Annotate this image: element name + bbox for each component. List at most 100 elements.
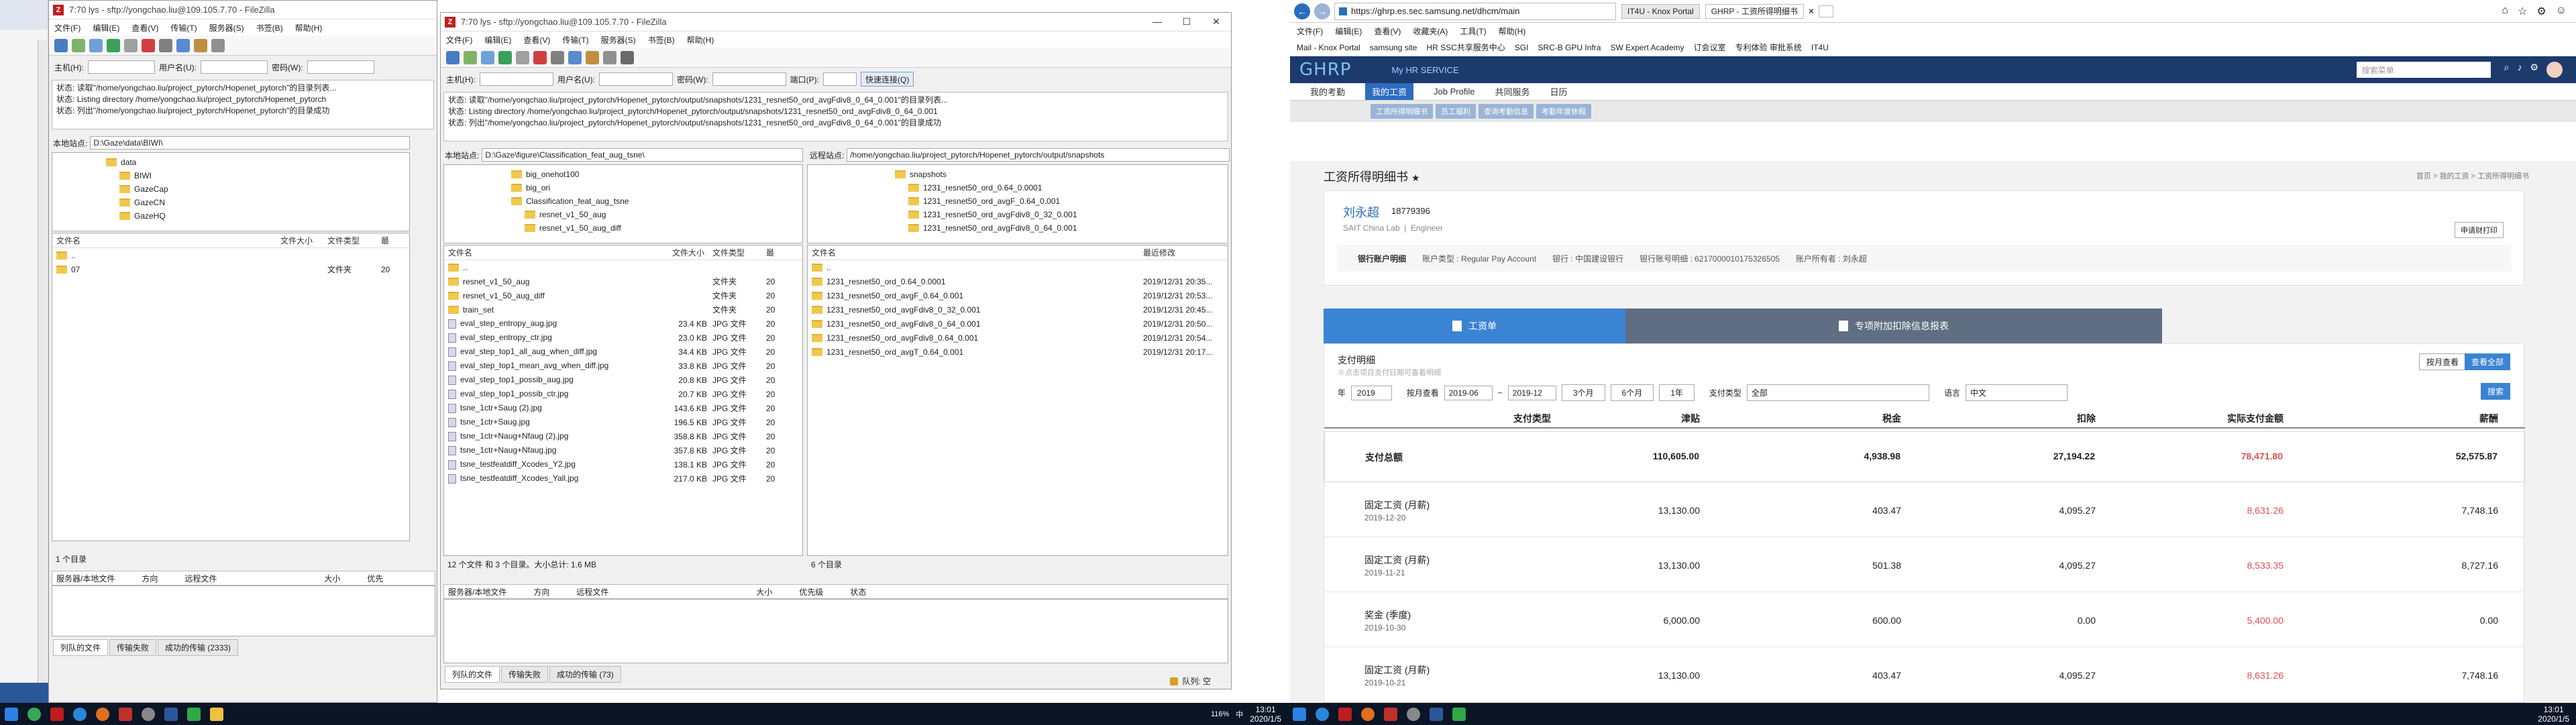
menu-transfer[interactable]: 传输(T) — [562, 34, 588, 46]
menu-help[interactable]: 帮助(H) — [687, 34, 714, 46]
language-select[interactable]: 中文 — [1965, 384, 2068, 401]
year-select[interactable]: 2019 — [1351, 385, 1392, 400]
back-icon[interactable]: ← — [1294, 3, 1310, 19]
tab-success[interactable]: 成功的传输 (2333) — [158, 638, 239, 656]
table-row[interactable]: 固定工资 (月薪) 2019-10-21 13,130.00 403.47 4,… — [1324, 651, 2525, 702]
tree-item[interactable]: GazeCN — [106, 196, 409, 209]
subtab[interactable]: 考勤年度休假 — [1536, 104, 1591, 119]
tree-item[interactable]: 1231_resnet50_ord_avgFdiv8_0_64_0.001 — [895, 221, 1228, 235]
remote-path-input[interactable]: /home/yongchao.liu/project_pytorch/Hopen… — [847, 148, 1230, 162]
fav-item[interactable]: SGI — [1515, 43, 1529, 52]
favorites-star-icon[interactable]: ☆ — [2518, 5, 2527, 18]
list-item[interactable]: tsne_1ctr+Saug (2).jpg 143.6 KB JPG 文件 20 — [444, 401, 802, 415]
explorer-icon[interactable] — [205, 703, 228, 725]
tree-item[interactable]: resnet_v1_50_aug_diff — [511, 221, 802, 235]
pay-date[interactable]: 2019-11-21 — [1364, 568, 1405, 577]
ghrp-logo[interactable]: GHRP — [1299, 60, 1351, 80]
toggle-tree-icon[interactable] — [481, 50, 494, 64]
tree-item[interactable]: snapshots — [895, 168, 1228, 181]
col-name[interactable]: 文件名 — [52, 235, 280, 246]
menu-bookmarks[interactable]: 书签(B) — [256, 22, 283, 34]
menu-help[interactable]: 帮助(H) — [295, 22, 323, 34]
host-input[interactable] — [88, 60, 155, 74]
table-row[interactable]: 支付总额 110,605.00 4,938.98 27,194.22 78,47… — [1324, 431, 2525, 482]
search-button[interactable]: 搜索 — [2480, 383, 2510, 400]
avatar[interactable] — [2546, 62, 2563, 78]
menu-file[interactable]: 文件(F) — [54, 22, 80, 34]
filezilla-icon[interactable] — [1334, 703, 1356, 725]
close-tab-icon[interactable]: ✕ — [1808, 7, 1815, 16]
bank-detail-button[interactable]: 银行账户明细 — [1358, 253, 1406, 264]
port-input[interactable] — [823, 72, 857, 86]
cancel-icon[interactable] — [142, 38, 155, 52]
notification-icon[interactable]: ♪ — [2517, 62, 2522, 78]
pass-input[interactable] — [307, 60, 374, 74]
filter-icon[interactable] — [586, 50, 599, 64]
menu-transfer[interactable]: 传输(T) — [170, 22, 197, 34]
to-month-input[interactable]: 2019-12 — [1507, 385, 1556, 400]
clock-right[interactable]: 13:01 2020/1/5 — [2538, 705, 2569, 724]
reconnect-icon[interactable] — [176, 38, 190, 52]
chat-icon[interactable] — [1448, 703, 1470, 725]
nav-common[interactable]: 共同服务 — [1495, 85, 1529, 98]
menu-view[interactable]: 查看(V) — [523, 34, 550, 46]
search-app-icon[interactable] — [91, 703, 114, 725]
list-item[interactable]: train_set 文件夹 20 — [444, 302, 802, 317]
maximize-icon[interactable]: ☐ — [1172, 16, 1201, 27]
menu-tools[interactable]: 工具(T) — [1460, 25, 1486, 37]
settings-gear-icon[interactable]: ⚙ — [2536, 5, 2546, 18]
site-manager-icon[interactable] — [446, 50, 460, 64]
tab-success[interactable]: 成功的传输 (73) — [549, 665, 621, 683]
tree-item[interactable]: BIWI — [106, 169, 409, 182]
tree-item[interactable]: 1231_resnet50_ord_avgF_0.64_0.001 — [895, 194, 1228, 208]
quickconnect-button[interactable]: 快速连接(Q) — [861, 72, 914, 87]
subtab[interactable]: 工资所得明细书 — [1371, 104, 1433, 119]
tab-queued[interactable]: 列队的文件 — [53, 638, 109, 656]
clock-left[interactable]: 13:01 2020/1/5 — [1250, 705, 1281, 724]
fav-item[interactable]: samsung site — [1370, 43, 1417, 52]
user-input[interactable] — [599, 72, 673, 86]
fav-item[interactable]: 订会议室 — [1694, 42, 1726, 53]
menu-edit[interactable]: 编辑(E) — [93, 22, 119, 34]
table-row[interactable]: 固定工资 (月薪) 2019-11-21 13,130.00 501.38 4,… — [1324, 541, 2525, 592]
url-input[interactable]: https://ghrp.es.sec.samsung.net/dhcm/mai… — [1334, 2, 1616, 20]
list-item[interactable]: .. — [52, 248, 409, 262]
reconnect-icon[interactable] — [568, 50, 582, 64]
pay-date[interactable]: 2019-12-20 — [1364, 513, 1405, 522]
tree-item[interactable]: 1231_resnet50_ord_avgFdiv8_0_32_0.001 — [895, 208, 1228, 221]
fav-item[interactable]: SRC-B GPU Infra — [1538, 43, 1601, 52]
subtab[interactable]: 员工福利 — [1436, 104, 1476, 119]
settings-icon[interactable]: ⚙ — [2530, 62, 2538, 78]
process-queue-icon[interactable] — [516, 50, 529, 64]
menu-search-input[interactable]: 搜索菜单 — [2356, 62, 2491, 78]
col-size[interactable]: 文件大小 — [280, 235, 327, 246]
list-item[interactable]: tsne_1ctr+Naug+Nfaug.jpg 357.8 KB JPG 文件 20 — [444, 443, 802, 457]
tree-item[interactable]: GazeCap — [106, 182, 409, 196]
pay-date[interactable]: 2019-10-21 — [1364, 678, 1405, 687]
refresh-icon[interactable] — [107, 38, 120, 52]
list-item[interactable]: tsne_testfeatdiff_Xcodes_Y2.jpg 138.1 KB J… — [444, 457, 802, 471]
favorite-star-icon[interactable]: ★ — [1411, 172, 1420, 183]
menu-favorites[interactable]: 收藏夹(A) — [1413, 25, 1448, 37]
table-row[interactable]: 奖金 (季度) 2019-10-30 6,000.00 600.00 0.00 … — [1324, 596, 2525, 647]
fav-item[interactable]: SW Expert Academy — [1610, 43, 1684, 52]
menu-server[interactable]: 服务器(S) — [209, 22, 244, 34]
host-input[interactable] — [480, 72, 553, 86]
range-1y-button[interactable]: 1年 — [1659, 384, 1695, 401]
disconnect-icon[interactable] — [159, 38, 172, 52]
browser-tab[interactable]: IT4U - Knox Portal — [1621, 3, 1700, 19]
list-item[interactable]: 07 文件夹 20 — [52, 262, 409, 276]
tree-item[interactable]: Classification_feat_aug_tsne — [511, 194, 802, 208]
ie-icon[interactable] — [1311, 703, 1334, 725]
list-item[interactable]: resnet_v1_50_aug_diff 文件夹 20 — [444, 288, 802, 302]
menu-edit[interactable]: 编辑(E) — [1335, 25, 1362, 37]
list-item[interactable]: 1231_resnet50_ord_avgFdiv8_0_32_0.001 201… — [808, 302, 1228, 317]
fav-item[interactable]: 专利体验 审批系统 — [1735, 42, 1802, 53]
tab-failed[interactable]: 传输失败 — [501, 665, 549, 683]
list-item[interactable]: eval_step_entropy_aug.jpg 23.4 KB JPG 文件 20 — [444, 317, 802, 331]
menu-server[interactable]: 服务器(S) — [601, 34, 636, 46]
search-app-icon[interactable] — [1356, 703, 1379, 725]
col-type[interactable]: 文件类型 — [327, 235, 381, 246]
edge-icon[interactable] — [68, 703, 91, 725]
subtab[interactable]: 查询考勤信息 — [1479, 104, 1534, 119]
